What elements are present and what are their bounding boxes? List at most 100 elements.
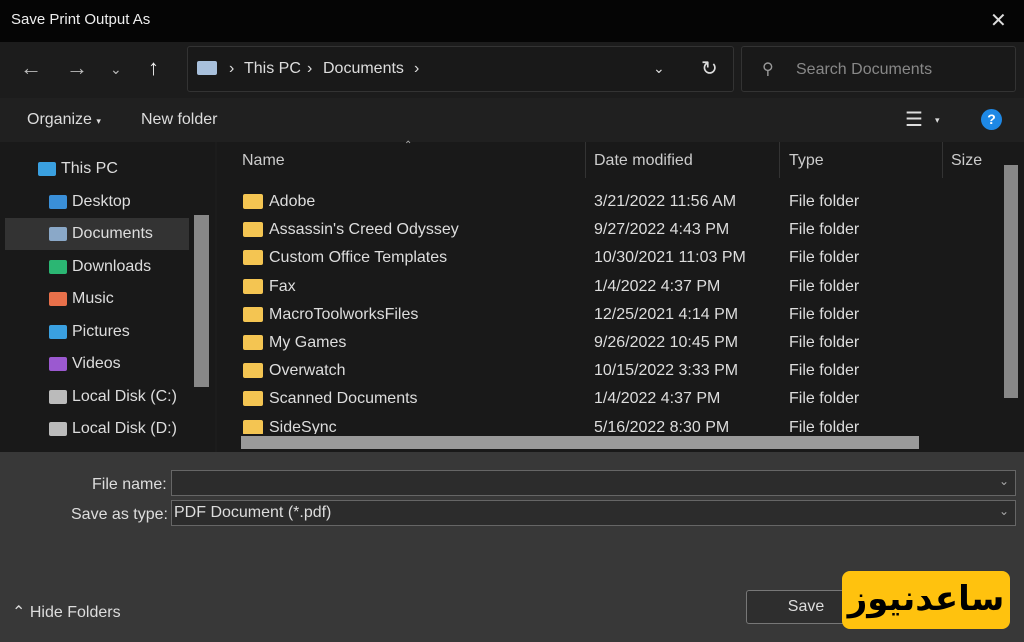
column-date-modified[interactable]: Date modified [594, 152, 693, 170]
column-type[interactable]: Type [789, 152, 824, 170]
folder-icon [49, 292, 67, 306]
folder-icon [243, 222, 263, 238]
search-placeholder: Search Documents [796, 61, 933, 78]
documents-folder-icon [197, 61, 217, 75]
organize-button[interactable]: Organize ▾ [27, 111, 101, 129]
file-row[interactable]: My Games 9/26/2022 10:45 PM File folder [230, 329, 1000, 357]
folder-icon [243, 306, 263, 322]
window-title: Save Print Output As [11, 11, 151, 28]
address-dropdown-icon[interactable]: ⌄ [653, 60, 665, 77]
folder-icon [243, 363, 263, 379]
sidebar-item[interactable]: Downloads [5, 251, 189, 283]
file-date: 5/16/2022 8:30 PM [594, 418, 730, 434]
back-icon[interactable]: ← [20, 55, 42, 81]
folder-icon [243, 335, 263, 350]
file-type: File folder [789, 334, 860, 351]
file-type: File folder [789, 362, 860, 380]
sidebar-item-label: Local Disk (D:) [72, 420, 177, 437]
file-name: Fax [269, 277, 296, 295]
caret-down-icon[interactable]: ▾ [935, 115, 940, 126]
file-row[interactable]: Scanned Documents 1/4/2022 4:37 PM File fo… [230, 385, 1000, 413]
chevron-up-icon: ⌃ [12, 604, 26, 621]
folder-icon [49, 227, 67, 241]
chevron-icon[interactable]: › [414, 60, 419, 78]
file-date: 12/25/2021 4:14 PM [594, 305, 739, 323]
file-type: File folder [789, 418, 860, 434]
close-icon[interactable]: ✕ [990, 8, 1007, 33]
file-date: 3/21/2022 11:56 AM [594, 193, 737, 210]
file-date: 9/26/2022 10:45 PM [594, 334, 739, 351]
sidebar-item-label: This PC [61, 160, 118, 177]
organize-label: Organize [27, 111, 92, 128]
breadcrumb-documents[interactable]: Documents [323, 60, 404, 78]
chevron-down-icon[interactable]: ⌄ [999, 474, 1009, 488]
folder-icon [243, 194, 263, 209]
folder-icon [243, 391, 263, 407]
sidebar-item-label: Pictures [72, 322, 130, 340]
breadcrumb-this-pc[interactable]: This PC [244, 60, 301, 78]
file-date: 9/27/2022 4:43 PM [594, 221, 730, 239]
sidebar-item[interactable]: Desktop [5, 186, 189, 218]
forward-icon[interactable]: → [66, 55, 88, 81]
sidebar-item[interactable]: Music [5, 283, 189, 315]
file-name: Overwatch [269, 362, 346, 380]
hide-folders-button[interactable]: ⌃ Hide Folders [12, 602, 121, 622]
file-row[interactable]: SideSync 5/16/2022 8:30 PM File folder [230, 414, 1000, 434]
folder-icon [49, 422, 67, 436]
sidebar-item[interactable]: Documents [5, 218, 189, 250]
file-name-label: File name: [92, 476, 167, 493]
recent-chevron-icon[interactable]: ⌄ [110, 61, 122, 78]
sidebar-item[interactable]: Videos [5, 348, 189, 380]
sort-ascending-icon: ⌃ [404, 140, 413, 151]
chevron-down-icon[interactable]: ⌄ [999, 504, 1009, 518]
file-type: File folder [789, 277, 860, 295]
file-type: File folder [789, 193, 860, 210]
column-divider[interactable] [942, 142, 943, 178]
file-date: 10/15/2022 3:33 PM [594, 362, 739, 380]
folder-icon [49, 259, 67, 274]
horizontal-scrollbar[interactable] [241, 436, 919, 449]
save-as-type-value: PDF Document (*.pdf) [174, 504, 332, 521]
save-as-type-select[interactable]: PDF Document (*.pdf) ⌄ [171, 500, 1016, 526]
file-name-input[interactable]: ⌄ [171, 470, 1016, 496]
file-date: 1/4/2022 4:37 PM [594, 277, 721, 295]
watermark-logo: ساعدنیوز [842, 571, 1010, 629]
sidebar-item-label: Desktop [72, 192, 131, 210]
file-date: 1/4/2022 4:37 PM [594, 390, 721, 408]
file-name: Custom Office Templates [269, 249, 448, 267]
file-row[interactable]: Overwatch 10/15/2022 3:33 PM File folder [230, 357, 1000, 385]
file-type: File folder [789, 221, 860, 239]
folder-icon [243, 419, 263, 434]
file-row[interactable]: Fax 1/4/2022 4:37 PM File folder [230, 273, 1000, 301]
folder-icon [49, 357, 67, 371]
refresh-icon[interactable]: ↻ [701, 56, 718, 81]
file-name: MacroToolworksFiles [269, 305, 419, 323]
chevron-icon: › [229, 60, 235, 77]
sidebar-item[interactable]: Local Disk (C:) [5, 381, 189, 413]
folder-icon [243, 278, 263, 294]
file-row[interactable]: Adobe 3/21/2022 11:56 AM File folder [230, 188, 1000, 216]
column-divider[interactable] [779, 142, 780, 178]
sidebar-item[interactable]: Local Disk (D:) [5, 413, 189, 445]
new-folder-button[interactable]: New folder [141, 111, 217, 129]
file-name: Adobe [269, 193, 316, 210]
help-icon[interactable]: ? [981, 109, 1002, 130]
file-row[interactable]: MacroToolworksFiles 12/25/2021 4:14 PM Fil… [230, 301, 1000, 329]
sidebar-item[interactable]: This PC [5, 153, 189, 185]
folder-icon [38, 162, 56, 176]
up-icon[interactable]: ↑ [148, 55, 159, 81]
view-options-icon[interactable]: ☰ [905, 107, 923, 132]
folder-icon [243, 250, 263, 266]
file-type: File folder [789, 249, 860, 267]
column-size[interactable]: Size [951, 152, 982, 170]
column-name[interactable]: Name [242, 152, 285, 170]
sidebar-scrollbar[interactable] [194, 215, 209, 387]
title-bar [0, 0, 1024, 42]
file-row[interactable]: Custom Office Templates 10/30/2021 11:03 … [230, 244, 1000, 272]
file-row[interactable]: Assassin's Creed Odyssey 9/27/2022 4:43 P… [230, 216, 1000, 244]
sidebar-item[interactable]: Pictures [5, 316, 189, 348]
column-divider[interactable] [585, 142, 586, 178]
file-name: My Games [269, 334, 347, 351]
vertical-scrollbar[interactable] [1004, 165, 1018, 398]
file-name: Assassin's Creed Odyssey [269, 221, 459, 239]
